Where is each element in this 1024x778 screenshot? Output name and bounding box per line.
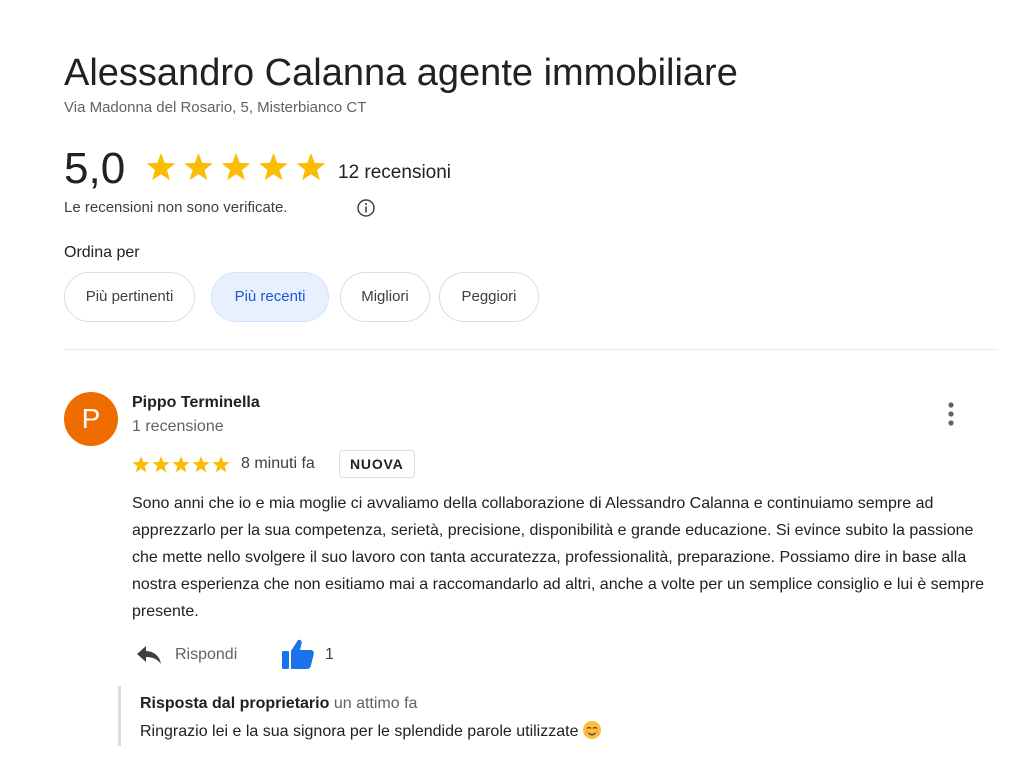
owner-reply-time: un attimo fa bbox=[333, 695, 418, 712]
star-icon bbox=[146, 153, 176, 181]
owner-reply-title: Risposta dal proprietario bbox=[140, 695, 330, 712]
owner-reply-text: Ringrazio lei e la sua signora per le sp… bbox=[140, 723, 579, 740]
owner-reply-body: Ringrazio lei e la sua signora per le sp… bbox=[140, 720, 602, 742]
reviewer-name[interactable]: Pippo Terminella bbox=[132, 393, 260, 413]
review-text: Sono anni che io e mia moglie ci avvalia… bbox=[132, 495, 985, 620]
unverified-note: Le recensioni non sono verificate. bbox=[64, 199, 288, 216]
rating-value: 5,0 bbox=[64, 144, 126, 193]
chip-piu-pertinenti[interactable]: Più pertinenti bbox=[64, 272, 195, 322]
thumb-up-icon[interactable] bbox=[281, 638, 315, 670]
reply-button[interactable]: Rispondi bbox=[175, 645, 237, 665]
smiling-face-emoji bbox=[583, 721, 602, 739]
star-icon bbox=[212, 456, 230, 473]
owner-reply-header: Risposta dal proprietario un attimo fa bbox=[140, 694, 417, 714]
chip-piu-recenti[interactable]: Più recenti bbox=[211, 272, 329, 322]
star-icon bbox=[259, 153, 288, 181]
section-divider bbox=[64, 349, 998, 350]
info-icon[interactable] bbox=[356, 198, 376, 218]
star-icon bbox=[172, 456, 190, 473]
reply-icon[interactable] bbox=[136, 642, 162, 666]
star-icon bbox=[221, 153, 251, 181]
like-count: 1 bbox=[325, 646, 334, 663]
chip-peggiori[interactable]: Peggiori bbox=[439, 272, 539, 322]
business-title: Alessandro Calanna agente immobiliare bbox=[64, 52, 738, 94]
review-count-link[interactable]: 12 recensioni bbox=[338, 160, 451, 186]
reviewer-avatar[interactable]: P bbox=[64, 392, 118, 446]
more-vert-icon[interactable] bbox=[940, 401, 962, 427]
review-stars bbox=[132, 456, 230, 473]
star-icon bbox=[192, 456, 210, 473]
star-icon bbox=[184, 153, 213, 181]
owner-reply: Risposta dal proprietario un attimo fa R… bbox=[118, 686, 821, 746]
rating-stars bbox=[146, 153, 326, 181]
star-icon bbox=[296, 153, 326, 181]
star-icon bbox=[132, 456, 150, 473]
business-address: Via Madonna del Rosario, 5, Misterbianco… bbox=[64, 99, 367, 116]
chip-migliori[interactable]: Migliori bbox=[340, 272, 430, 322]
reviewer-review-count: 1 recensione bbox=[132, 418, 224, 435]
new-badge: NUOVA bbox=[339, 450, 415, 478]
review-time: 8 minuti fa bbox=[241, 455, 315, 472]
star-icon bbox=[152, 456, 170, 473]
sort-label: Ordina per bbox=[64, 244, 140, 261]
